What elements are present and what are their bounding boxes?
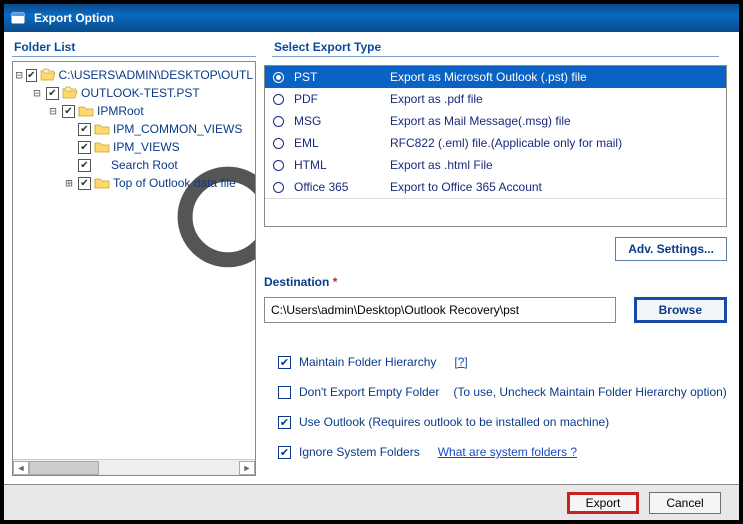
list-spacer — [265, 198, 726, 226]
expand-toggle[interactable]: ⊟ — [47, 104, 59, 118]
option-label: Maintain Folder Hierarchy — [299, 355, 436, 369]
destination-label: Destination * — [264, 275, 727, 289]
export-type-label: Select Export Type — [264, 32, 727, 56]
option-ignore-system-folders[interactable]: ✔ Ignore System Folders What are system … — [278, 445, 727, 459]
option-use-outlook[interactable]: ✔ Use Outlook (Requires outlook to be in… — [278, 415, 727, 429]
dialog-footer: Export Cancel — [4, 484, 739, 520]
tree-checkbox[interactable]: ✔ — [78, 123, 91, 136]
what-are-system-folders-link[interactable]: What are system folders ? — [438, 445, 577, 459]
tree-checkbox[interactable]: ✔ — [78, 141, 91, 154]
folder-icon — [94, 140, 110, 154]
app-icon — [10, 10, 26, 26]
export-type-list: PST Export as Microsoft Outlook (.pst) f… — [264, 65, 727, 227]
search-icon — [94, 158, 108, 172]
option-label: Ignore System Folders — [299, 445, 420, 459]
adv-settings-button[interactable]: Adv. Settings... — [615, 237, 727, 261]
option-label: Don't Export Empty Folder — [299, 385, 439, 399]
folder-icon — [94, 122, 110, 136]
folder-tree[interactable]: ⊟ ✔ C:\USERS\ADMIN\DESKTOP\OUTL ⊟ ✔ OUTL… — [13, 62, 255, 459]
radio-icon — [273, 160, 284, 171]
option-label: Use Outlook (Requires outlook to be inst… — [299, 415, 609, 429]
checkbox-icon: ✔ — [278, 446, 291, 459]
tree-checkbox[interactable]: ✔ — [78, 159, 91, 172]
destination-label-text: Destination — [264, 275, 329, 289]
export-type-pdf[interactable]: PDF Export as .pdf file — [265, 88, 726, 110]
export-type-office365[interactable]: Office 365 Export to Office 365 Account — [265, 176, 726, 198]
expand-toggle[interactable]: ⊟ — [31, 86, 43, 100]
folder-open-icon — [40, 68, 56, 82]
type-code: Office 365 — [294, 180, 390, 194]
folder-icon — [78, 104, 94, 118]
divider — [12, 56, 256, 57]
folder-tree-panel: ⊟ ✔ C:\USERS\ADMIN\DESKTOP\OUTL ⊟ ✔ OUTL… — [12, 61, 256, 476]
type-desc: RFC822 (.eml) file.(Applicable only for … — [390, 136, 718, 150]
type-code: PST — [294, 70, 390, 84]
browse-button[interactable]: Browse — [634, 297, 727, 323]
radio-icon — [273, 72, 284, 83]
scroll-right-icon[interactable]: ► — [239, 461, 255, 475]
radio-icon — [273, 182, 284, 193]
tree-node-label[interactable]: IPM_VIEWS — [113, 140, 180, 154]
export-type-pst[interactable]: PST Export as Microsoft Outlook (.pst) f… — [265, 66, 726, 88]
export-type-msg[interactable]: MSG Export as Mail Message(.msg) file — [265, 110, 726, 132]
cancel-button[interactable]: Cancel — [649, 492, 721, 514]
tree-node-label[interactable]: IPMRoot — [97, 104, 144, 118]
tree-node-label[interactable]: Top of Outlook data file — [113, 176, 236, 190]
export-option-dialog: Export Option Folder List ⊟ ✔ C:\USERS\A… — [0, 0, 743, 524]
folder-open-icon — [62, 86, 78, 100]
radio-icon — [273, 116, 284, 127]
export-type-html[interactable]: HTML Export as .html File — [265, 154, 726, 176]
option-maintain-hierarchy[interactable]: ✔ Maintain Folder Hierarchy [?] — [278, 355, 727, 369]
checkbox-icon — [278, 386, 291, 399]
tree-checkbox[interactable]: ✔ — [46, 87, 59, 100]
window-title: Export Option — [34, 11, 114, 25]
tree-node-label[interactable]: OUTLOOK-TEST.PST — [81, 86, 200, 100]
expand-toggle[interactable]: ⊞ — [63, 176, 75, 190]
scroll-left-icon[interactable]: ◄ — [13, 461, 29, 475]
tree-node-label[interactable]: IPM_COMMON_VIEWS — [113, 122, 242, 136]
type-desc: Export as Mail Message(.msg) file — [390, 114, 718, 128]
required-asterisk: * — [333, 275, 338, 289]
radio-icon — [273, 94, 284, 105]
type-code: PDF — [294, 92, 390, 106]
expand-toggle[interactable]: ⊟ — [15, 68, 23, 82]
type-desc: Export as .pdf file — [390, 92, 718, 106]
radio-icon — [273, 138, 284, 149]
type-code: HTML — [294, 158, 390, 172]
horizontal-scrollbar[interactable]: ◄ ► — [13, 459, 255, 475]
type-desc: Export as Microsoft Outlook (.pst) file — [390, 70, 718, 84]
help-link[interactable]: [?] — [454, 355, 467, 369]
type-desc: Export as .html File — [390, 158, 718, 172]
scroll-thumb[interactable] — [29, 461, 99, 475]
tree-checkbox[interactable]: ✔ — [26, 69, 36, 82]
destination-input[interactable] — [264, 297, 616, 323]
checkbox-icon: ✔ — [278, 416, 291, 429]
export-button[interactable]: Export — [567, 492, 639, 514]
option-dont-export-empty[interactable]: Don't Export Empty Folder (To use, Unche… — [278, 385, 727, 399]
export-type-eml[interactable]: EML RFC822 (.eml) file.(Applicable only … — [265, 132, 726, 154]
tree-checkbox[interactable]: ✔ — [78, 177, 91, 190]
tree-node-label[interactable]: Search Root — [111, 158, 178, 172]
titlebar[interactable]: Export Option — [4, 4, 739, 32]
type-code: MSG — [294, 114, 390, 128]
tree-checkbox[interactable]: ✔ — [62, 105, 75, 118]
type-desc: Export to Office 365 Account — [390, 180, 718, 194]
type-code: EML — [294, 136, 390, 150]
folder-list-label: Folder List — [4, 32, 264, 56]
divider — [272, 56, 719, 57]
option-hint: (To use, Uncheck Maintain Folder Hierarc… — [453, 385, 726, 399]
checkbox-icon: ✔ — [278, 356, 291, 369]
folder-icon — [94, 176, 110, 190]
tree-node-label[interactable]: C:\USERS\ADMIN\DESKTOP\OUTL — [59, 68, 253, 82]
